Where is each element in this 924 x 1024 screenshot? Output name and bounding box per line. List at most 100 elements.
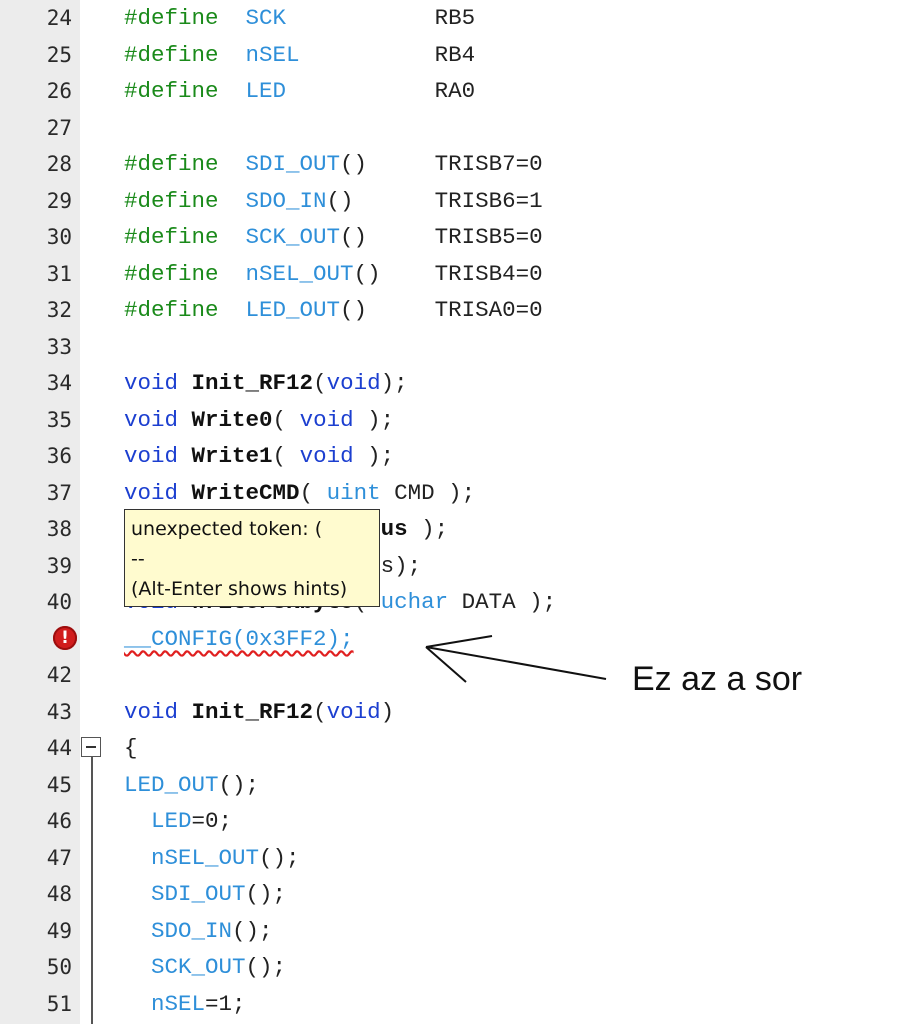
code-token: LED (151, 808, 192, 834)
code-line[interactable]: 26 #define LED RA0 (0, 73, 924, 110)
line-number: 38 (46, 517, 72, 541)
line-number: 48 (46, 882, 72, 906)
code-text: __CONFIG(0x3FF2); (124, 621, 354, 658)
code-token: void (299, 406, 354, 433)
code-text: #define SDI_OUT() TRISB7=0 (124, 146, 543, 183)
code-line[interactable]: 31 #define nSEL_OUT() TRISB4=0 (0, 256, 924, 293)
code-line[interactable]: 44 { (0, 730, 924, 767)
code-token: ); (380, 370, 408, 396)
code-token: WriteCMD (191, 479, 300, 506)
code-token: () (340, 224, 368, 250)
code-text: #define SCK RB5 (124, 0, 475, 37)
code-text: #define LED RA0 (124, 73, 475, 110)
code-token: () (326, 187, 354, 214)
code-token: #define (124, 187, 219, 214)
line-number: 51 (46, 991, 72, 1016)
code-token: void (124, 406, 179, 433)
code-token: RB5 (434, 5, 476, 31)
code-token: TRISA0=0 (434, 297, 543, 323)
code-line[interactable]: 36 void Write1( void ); (0, 438, 924, 475)
code-text: #define nSEL RB4 (124, 37, 475, 74)
code-token: LED_OUT (245, 297, 341, 323)
code-token: #define (124, 5, 219, 31)
code-line[interactable]: 45 LED_OUT(); (0, 767, 924, 804)
code-line[interactable]: 47 nSEL_OUT(); (0, 840, 924, 877)
code-token: void (299, 443, 354, 469)
code-token: #define (124, 151, 219, 177)
error-icon[interactable]: ! (53, 626, 77, 650)
code-token: #define (124, 260, 219, 287)
code-token: TRISB4=0 (434, 260, 543, 287)
code-line[interactable]: 50 SCK_OUT(); (0, 949, 924, 986)
code-line[interactable]: 29 #define SDO_IN() TRISB6=1 (0, 183, 924, 220)
code-line[interactable]: 28 #define SDI_OUT() TRISB7=0 (0, 146, 924, 183)
code-token: TRISB7=0 (434, 151, 543, 177)
code-token: void (124, 370, 179, 396)
code-text: #define LED_OUT() TRISA0=0 (124, 292, 543, 329)
code-line[interactable]: 27 (0, 110, 924, 147)
code-line[interactable]: 24 #define SCK RB5 (0, 0, 924, 37)
code-token: RA0 (434, 78, 476, 104)
code-token: SCK_OUT (245, 224, 341, 250)
code-token: () (353, 260, 381, 287)
code-text: nSEL=1; (124, 986, 246, 1023)
code-text: SDI_OUT(); (124, 876, 286, 913)
line-number: 26 (46, 79, 72, 103)
code-line[interactable]: 46 LED=0; (0, 803, 924, 840)
line-number: 31 (46, 261, 72, 286)
code-text: LED_OUT(); (124, 767, 259, 804)
code-line[interactable]: 41__CONFIG(0x3FF2); (0, 621, 924, 658)
code-token: SDI_OUT (151, 881, 246, 907)
code-line[interactable]: 49 SDO_IN(); (0, 913, 924, 950)
line-number: 44 (46, 736, 72, 760)
code-token: Write0 (191, 406, 273, 433)
tooltip-message: unexpected token: ( (131, 518, 323, 540)
code-line[interactable]: 37 void WriteCMD( uint CMD ); (0, 475, 924, 512)
code-line[interactable]: 33 (0, 329, 924, 366)
collapse-minus-icon[interactable] (81, 737, 101, 757)
line-number: 49 (46, 918, 72, 943)
code-text: void Write1( void ); (124, 438, 394, 475)
code-token: #define (124, 297, 219, 323)
code-token: ( (313, 370, 327, 396)
code-token: (); (232, 917, 273, 944)
code-token: void (124, 479, 179, 506)
code-token: { (124, 735, 138, 761)
code-token: TRISB5=0 (434, 224, 543, 250)
error-hint-tooltip: unexpected token: ( -- (Alt-Enter shows … (124, 509, 380, 607)
line-number: 36 (46, 444, 72, 468)
code-token: uchar (380, 589, 449, 615)
code-token: nSEL_OUT (151, 844, 260, 871)
code-token: CMD ); (380, 479, 476, 506)
code-text: #define SDO_IN() TRISB6=1 (124, 183, 543, 220)
code-line[interactable]: 34 void Init_RF12(void); (0, 365, 924, 402)
code-line[interactable]: 48 SDI_OUT(); (0, 876, 924, 913)
code-text: nSEL_OUT(); (124, 840, 300, 877)
code-line[interactable]: 30 #define SCK_OUT() TRISB5=0 (0, 219, 924, 256)
line-number: 33 (46, 334, 72, 359)
code-line[interactable]: 35 void Write0( void ); (0, 402, 924, 439)
code-token: ) (380, 698, 395, 725)
code-line[interactable]: 51 nSEL=1; (0, 986, 924, 1023)
code-text: LED=0; (124, 803, 232, 840)
code-token: nSEL (151, 990, 206, 1017)
code-line[interactable]: 32 #define LED_OUT() TRISA0=0 (0, 292, 924, 329)
line-number: 45 (46, 772, 72, 797)
code-line[interactable]: 25 #define nSEL RB4 (0, 37, 924, 74)
